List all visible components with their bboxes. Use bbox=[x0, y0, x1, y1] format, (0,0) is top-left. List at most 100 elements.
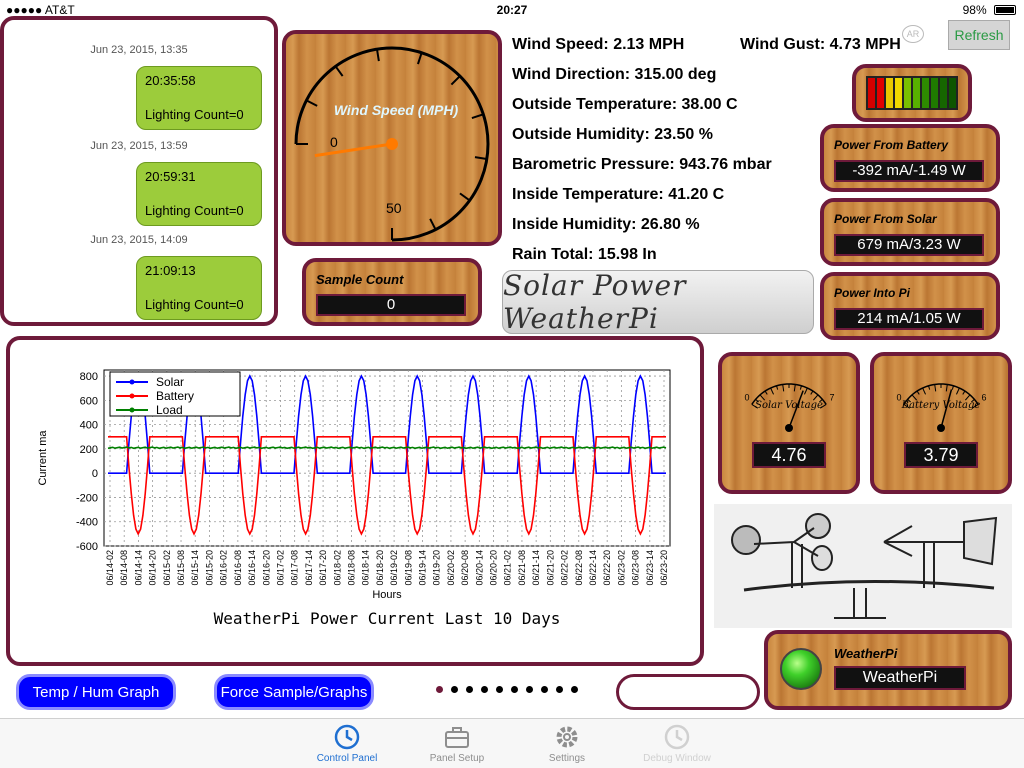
anemometer-icon bbox=[731, 513, 998, 619]
led-segment bbox=[895, 78, 902, 108]
refresh-button[interactable]: Refresh bbox=[948, 20, 1010, 50]
page-dot[interactable] bbox=[526, 686, 533, 693]
app-logo: Solar Power WeatherPi bbox=[502, 269, 814, 335]
outside-temp-readout: Outside Temperature: 38.00 C bbox=[512, 96, 738, 113]
voltage-tick bbox=[776, 385, 779, 390]
x-tick-label: 06/15-14 bbox=[190, 550, 200, 586]
power-battery-value: -392 mA/-1.49 W bbox=[834, 160, 984, 182]
x-tick-label: 06/21-02 bbox=[503, 550, 513, 586]
sample-count-panel: Sample Count 0 bbox=[302, 258, 482, 326]
x-tick-label: 06/17-20 bbox=[318, 550, 328, 586]
led-segment bbox=[868, 78, 875, 108]
y-tick-label: -400 bbox=[76, 517, 98, 529]
page-dot[interactable] bbox=[511, 686, 518, 693]
wind-gust-readout: Wind Gust: 4.73 MPH bbox=[740, 36, 901, 53]
x-tick-label: 06/14-08 bbox=[119, 550, 129, 586]
y-axis-label: Current ma bbox=[37, 430, 49, 486]
gauge-max-label: 50 bbox=[386, 200, 402, 216]
voltage-tick bbox=[770, 387, 775, 395]
page-dot[interactable] bbox=[481, 686, 488, 693]
legend-label: Load bbox=[156, 403, 183, 417]
weatherpi-status-panel: WeatherPi WeatherPi bbox=[764, 630, 1012, 710]
voltage-tick bbox=[764, 390, 768, 395]
led-segment bbox=[886, 78, 893, 108]
tab-debug-window[interactable]: Debug Window bbox=[622, 723, 732, 764]
page-indicator[interactable] bbox=[436, 686, 578, 693]
message-date: Jun 23, 2015, 14:09 bbox=[90, 234, 188, 246]
battery-percent: 98% bbox=[962, 3, 987, 17]
led-segment bbox=[877, 78, 884, 108]
voltage-tick bbox=[793, 384, 796, 392]
power-chart: 800 600 400 200 0 -200 -400 -600 06/14-02 06/14-0… bbox=[37, 369, 671, 628]
force-sample-button[interactable]: Force Sample/Graphs bbox=[214, 674, 374, 710]
gear-icon bbox=[556, 726, 578, 748]
tab-panel-setup[interactable]: Panel Setup bbox=[402, 723, 512, 764]
x-tick-label: 06/22-20 bbox=[602, 550, 612, 586]
x-tick-label: 06/18-14 bbox=[361, 550, 371, 586]
power-solar-panel: Power From Solar 679 mA/3.23 W bbox=[820, 198, 1000, 266]
status-led-icon bbox=[780, 648, 822, 690]
solar-voltage-gauge: 07 Solar Voltage 4.76 bbox=[718, 352, 860, 494]
voltage-tick bbox=[782, 384, 785, 392]
x-tick-label: 06/18-02 bbox=[332, 550, 342, 586]
x-tick-label: 06/14-02 bbox=[105, 550, 115, 586]
x-tick-label: 06/21-14 bbox=[531, 550, 541, 586]
x-tick-label: 06/15-20 bbox=[204, 550, 214, 586]
voltage-tick bbox=[799, 385, 802, 390]
tab-settings[interactable]: Settings bbox=[512, 723, 622, 764]
ar-icon[interactable]: AR bbox=[902, 25, 924, 43]
led-meter-panel bbox=[852, 64, 972, 122]
weather-station-illustration bbox=[714, 504, 1012, 628]
message-log[interactable]: Jun 23, 2015, 13:35 20:35:58 Lighting Co… bbox=[0, 16, 278, 326]
message-bubble: 20:35:58 Lighting Count=0 bbox=[136, 66, 262, 130]
weatherpi-value: WeatherPi bbox=[834, 666, 966, 690]
temp-hum-graph-button[interactable]: Temp / Hum Graph bbox=[16, 674, 176, 710]
page-dot[interactable] bbox=[451, 686, 458, 693]
tab-label: Settings bbox=[548, 753, 586, 764]
x-tick-label: 06/23-02 bbox=[616, 550, 626, 586]
page-dot[interactable] bbox=[496, 686, 503, 693]
x-tick-label: 06/14-20 bbox=[148, 550, 158, 586]
x-tick-label: 06/20-20 bbox=[489, 550, 499, 586]
battery-voltage-label: Battery Voltage bbox=[901, 400, 981, 411]
legend-label: Battery bbox=[156, 389, 194, 403]
page-dot[interactable] bbox=[556, 686, 563, 693]
wind-direction-readout: Wind Direction: 315.00 deg bbox=[512, 66, 717, 83]
voltage-tick bbox=[962, 390, 966, 395]
power-pi-panel: Power Into Pi 214 mA/1.05 W bbox=[820, 272, 1000, 340]
inside-humidity-readout: Inside Humidity: 26.80 % bbox=[512, 216, 700, 233]
outside-humidity-readout: Outside Humidity: 23.50 % bbox=[512, 126, 713, 143]
voltage-tick bbox=[945, 384, 948, 392]
battery-voltage-value: 3.79 bbox=[904, 442, 978, 468]
tab-label: Panel Setup bbox=[429, 753, 485, 764]
x-tick-label: 06/16-20 bbox=[261, 550, 271, 586]
x-tick-label: 06/21-20 bbox=[545, 550, 555, 586]
power-battery-panel: Power From Battery -392 mA/-1.49 W bbox=[820, 124, 1000, 192]
sample-count-value: 0 bbox=[316, 294, 466, 316]
voltage-tick bbox=[955, 387, 960, 395]
tab-control-panel[interactable]: Control Panel bbox=[292, 723, 402, 764]
message-time: 20:59:31 bbox=[145, 169, 196, 184]
gauge-tick bbox=[459, 192, 471, 202]
message-time: 20:35:58 bbox=[145, 73, 196, 88]
y-tick-label: 0 bbox=[92, 468, 98, 480]
page-dot[interactable] bbox=[571, 686, 578, 693]
battery-icon bbox=[994, 5, 1016, 15]
toolbox-icon bbox=[445, 727, 469, 748]
gauge-title: Wind Speed (MPH) bbox=[333, 102, 459, 118]
x-tick-label: 06/14-14 bbox=[133, 550, 143, 586]
x-tick-label: 06/16-14 bbox=[247, 550, 257, 586]
x-tick-label: 06/19-02 bbox=[389, 550, 399, 586]
battery-voltage-dial: 06 bbox=[896, 383, 987, 432]
solar-voltage-label: Solar Voltage bbox=[755, 400, 823, 411]
power-current-graph: 800 600 400 200 0 -200 -400 -600 06/14-02 06/14-0… bbox=[6, 336, 704, 666]
page-dot[interactable] bbox=[436, 686, 443, 693]
x-tick-label: 06/17-14 bbox=[304, 550, 314, 586]
inside-temp-readout: Inside Temperature: 41.20 C bbox=[512, 186, 725, 203]
legend-marker bbox=[129, 393, 135, 399]
y-tick-label: -600 bbox=[76, 541, 98, 553]
page-dot[interactable] bbox=[541, 686, 548, 693]
y-tick-label: 400 bbox=[80, 420, 98, 432]
blank-status-field bbox=[616, 674, 760, 710]
page-dot[interactable] bbox=[466, 686, 473, 693]
